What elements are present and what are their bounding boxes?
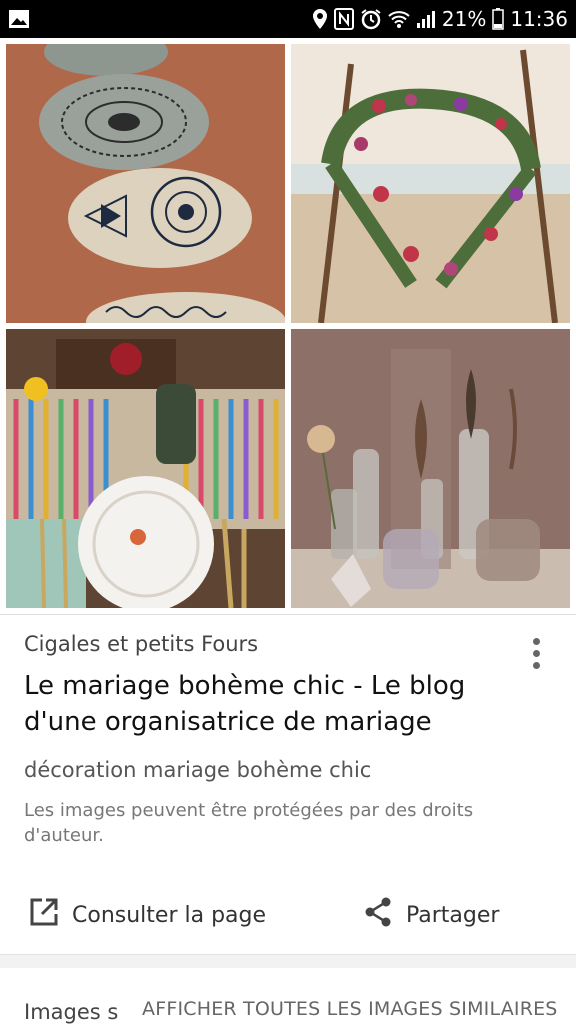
visit-page-button[interactable]: Consulter la page <box>28 876 266 954</box>
share-button[interactable]: Partager <box>362 876 499 954</box>
share-icon <box>362 896 394 934</box>
gallery-icon <box>8 8 30 30</box>
image-boho-table-setting[interactable] <box>6 329 285 608</box>
image-grid <box>0 38 576 614</box>
alarm-icon <box>360 8 382 30</box>
image-bottles-feathers[interactable] <box>291 329 570 608</box>
action-bar: Consulter la page Partager <box>0 876 576 954</box>
show-all-similar-link[interactable]: AFFICHER TOUTES LES IMAGES SIMILAIRES <box>142 998 558 1020</box>
open-in-new-icon <box>28 896 60 934</box>
signal-icon <box>416 9 436 29</box>
result-source[interactable]: Cigales et petits Fours <box>24 632 258 656</box>
share-label: Partager <box>406 902 500 928</box>
divider <box>0 614 576 615</box>
location-icon <box>312 8 328 30</box>
nfc-icon <box>333 8 354 30</box>
visit-page-label: Consulter la page <box>72 902 267 928</box>
wifi-icon <box>388 9 410 29</box>
result-info: Cigales et petits Fours Le mariage bohèm… <box>0 614 576 876</box>
battery-percent: 21% <box>441 7 487 31</box>
search-query-text[interactable]: décoration mariage bohème chic <box>24 758 371 782</box>
more-options-icon[interactable] <box>528 638 544 674</box>
image-painted-stones[interactable] <box>6 44 285 323</box>
image-flower-arch-beach[interactable] <box>291 44 570 323</box>
battery-icon <box>492 8 505 30</box>
status-bar: 21% 11:36 <box>0 0 576 38</box>
copyright-notice: Les images peuvent être protégées par de… <box>24 800 474 846</box>
related-images-label: Images s <box>24 1000 119 1024</box>
related-images-section: Images s AFFICHER TOUTES LES IMAGES SIMI… <box>0 968 576 1024</box>
section-separator <box>0 954 576 969</box>
result-title[interactable]: Le mariage bohème chic - Le blog d'une o… <box>24 668 504 740</box>
clock: 11:36 <box>510 7 568 31</box>
